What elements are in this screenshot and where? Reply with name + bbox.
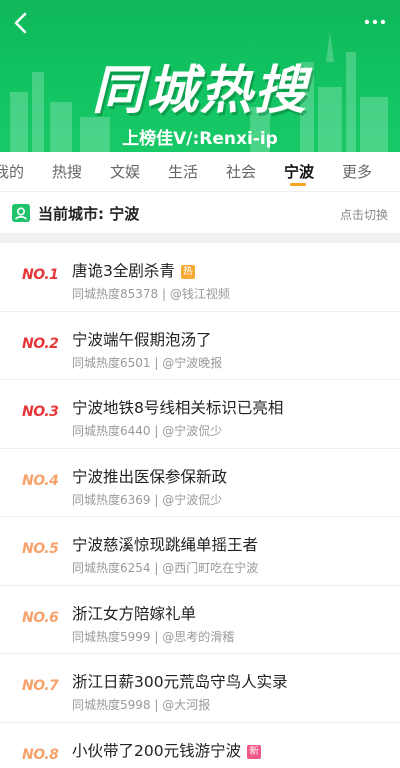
location-pin-icon bbox=[12, 204, 30, 222]
section-divider bbox=[0, 233, 400, 243]
current-city-label: 当前城市: 宁波 bbox=[38, 205, 140, 223]
new-badge: 新 bbox=[247, 744, 262, 759]
item-title: 浙江日薪300元荒岛守鸟人实录 bbox=[72, 673, 288, 691]
rank-label: NO.2 bbox=[22, 335, 59, 352]
item-title: 宁波地铁8号线相关标识已亮相 bbox=[72, 399, 284, 417]
tab-more[interactable]: 更多 bbox=[342, 152, 372, 191]
item-meta: 同城热度6501 | @宁波晚报 bbox=[72, 355, 223, 370]
hero-banner: 同城热搜 上榜佳V/:Renxi-ip bbox=[0, 0, 400, 152]
rank-label: NO.5 bbox=[22, 541, 59, 557]
item-meta: 同城热度85378 | @钱江视频 bbox=[72, 287, 230, 301]
item-title: 宁波端午假期泡汤了 bbox=[72, 330, 212, 349]
list-item[interactable]: NO.8 小伙带了200元钱游宁波新 bbox=[0, 722, 400, 768]
list-item[interactable]: NO.1 唐诡3全剧杀青热 同城热度85378 | @钱江视频 bbox=[0, 243, 400, 312]
tab-mine[interactable]: 我的 bbox=[0, 152, 24, 191]
hot-badge: 热 bbox=[180, 265, 195, 279]
rank-label: NO.6 bbox=[22, 609, 59, 626]
tab-life[interactable]: 生活 bbox=[168, 152, 198, 191]
list-item[interactable]: NO.6 浙江女方陪嫁礼单 同城热度5999 | @思考的滑稽 bbox=[0, 585, 400, 654]
tab-hot-search[interactable]: 热搜 bbox=[52, 152, 82, 191]
item-title: 小伙带了200元钱游宁波新 bbox=[72, 739, 262, 761]
rank-label: NO.3 bbox=[22, 404, 59, 420]
category-tabs: 我的 热搜 文娱 生活 社会 宁波 更多 bbox=[0, 152, 400, 192]
rank-label: NO.8 bbox=[22, 746, 59, 763]
rank-label: NO.7 bbox=[22, 678, 59, 694]
list-item[interactable]: NO.3 宁波地铁8号线相关标识已亮相 同城热度6440 | @宁波侃少 bbox=[0, 380, 400, 449]
page-title: 同城热搜 bbox=[91, 61, 308, 121]
item-meta: 同城热度6440 | @宁波侃少 bbox=[72, 424, 223, 438]
list-item[interactable]: NO.2 宁波端午假期泡汤了 同城热度6501 | @宁波晚报 bbox=[0, 311, 400, 380]
active-tab-indicator bbox=[290, 183, 306, 186]
rank-label: NO.4 bbox=[22, 472, 59, 489]
item-meta: 同城热度6369 | @宁波侃少 bbox=[72, 492, 223, 507]
switch-city-link[interactable]: 点击切换 bbox=[340, 206, 388, 223]
back-arrow-icon[interactable] bbox=[8, 8, 34, 38]
more-options-icon[interactable] bbox=[362, 12, 388, 32]
item-title: 宁波慈溪惊现跳绳单摇王者 bbox=[72, 536, 259, 554]
item-meta: 同城热度5999 | @思考的滑稽 bbox=[72, 629, 235, 644]
item-title: 唐诡3全剧杀青热 bbox=[72, 259, 195, 281]
rank-label: NO.1 bbox=[22, 267, 59, 283]
tab-entertainment[interactable]: 文娱 bbox=[110, 152, 140, 191]
item-meta: 同城热度6254 | @西门町吃在宁波 bbox=[72, 561, 259, 575]
current-city-bar: 当前城市: 宁波 点击切换 bbox=[0, 193, 400, 233]
list-item[interactable]: NO.4 宁波推出医保参保新政 同城热度6369 | @宁波侃少 bbox=[0, 448, 400, 517]
hot-search-list: NO.1 唐诡3全剧杀青热 同城热度85378 | @钱江视频 NO.2 宁波端… bbox=[0, 243, 400, 768]
tab-ningbo[interactable]: 宁波 bbox=[284, 152, 314, 191]
banner-subtitle: 上榜佳V/:Renxi-ip bbox=[122, 129, 278, 149]
item-title: 宁波推出医保参保新政 bbox=[72, 467, 228, 486]
list-item[interactable]: NO.7 浙江日薪300元荒岛守鸟人实录 同城热度5998 | @大河报 bbox=[0, 654, 400, 723]
list-item[interactable]: NO.5 宁波慈溪惊现跳绳单摇王者 同城热度6254 | @西门町吃在宁波 bbox=[0, 517, 400, 586]
item-meta: 同城热度5998 | @大河报 bbox=[72, 698, 211, 712]
tab-society[interactable]: 社会 bbox=[226, 152, 256, 191]
item-title: 浙江女方陪嫁礼单 bbox=[72, 604, 197, 623]
